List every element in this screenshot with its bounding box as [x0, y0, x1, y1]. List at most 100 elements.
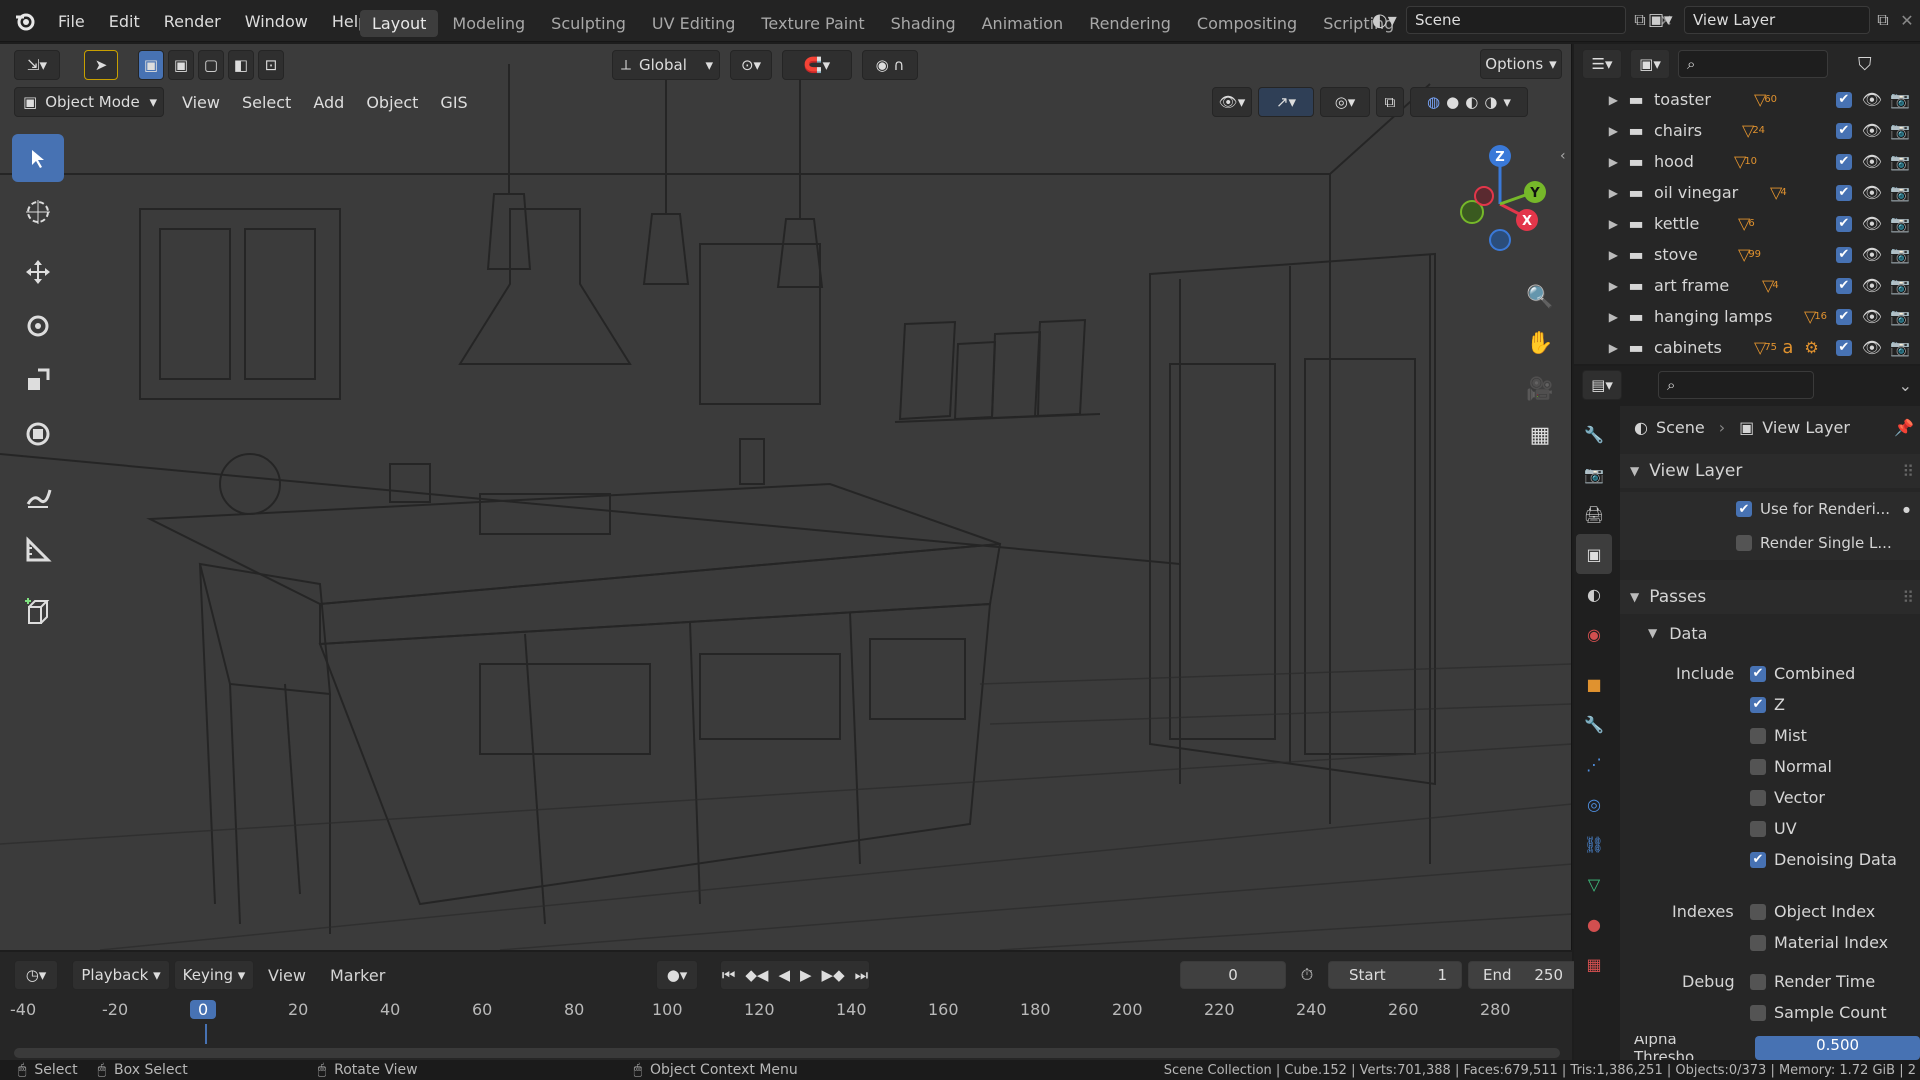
select-invert-icon[interactable]: ◧	[228, 50, 254, 80]
pass-row[interactable]: ✔ Combined	[1620, 658, 1920, 689]
render-single-layer-checkbox[interactable]	[1736, 535, 1752, 551]
eye-icon[interactable]: 👁	[1862, 214, 1882, 233]
pass-row[interactable]: UV	[1620, 813, 1920, 844]
add-cube-icon[interactable]	[12, 588, 64, 636]
chevron-down-icon[interactable]: ▾	[1503, 93, 1511, 111]
panel-view-layer-header[interactable]: ▼ View Layer ⠿	[1620, 454, 1920, 488]
current-frame-field[interactable]: 0	[1180, 961, 1286, 989]
snapping-icon[interactable]: 🧲▾	[782, 50, 852, 80]
menu-object[interactable]: Object	[366, 93, 418, 112]
tool-tab-icon[interactable]: 🔧	[1576, 414, 1612, 454]
pass-checkbox[interactable]: ✔	[1750, 665, 1766, 682]
sidebar-toggle-icon[interactable]: ‹	[1560, 148, 1566, 164]
eye-icon[interactable]: 👁	[1862, 245, 1882, 264]
camera-icon[interactable]: 📷	[1890, 214, 1910, 233]
move-icon[interactable]	[12, 248, 64, 296]
scene-field[interactable]: Scene	[1406, 6, 1626, 34]
menu-render[interactable]: Render	[152, 12, 233, 31]
rendered-shading-icon[interactable]: ◑	[1484, 93, 1497, 111]
eye-icon[interactable]: 👁	[1862, 276, 1882, 295]
tab-animation[interactable]: Animation	[970, 10, 1076, 37]
subpanel-data-header[interactable]: ▼ Data	[1620, 616, 1920, 650]
menu-window[interactable]: Window	[233, 12, 320, 31]
outliner-search-input[interactable]: ⌕	[1678, 50, 1828, 78]
orientation-dropdown[interactable]: ⟂ Global ▾	[612, 50, 720, 80]
cursor-icon[interactable]	[12, 188, 64, 236]
transform-pivot-icon[interactable]: ⇲▾	[14, 50, 60, 80]
keying-dropdown[interactable]: Keying ▾	[174, 960, 254, 990]
render-single-layer-row[interactable]: Render Single L...	[1620, 526, 1920, 560]
mode-dropdown[interactable]: ▣ Object Mode ▾	[14, 87, 164, 117]
outliner-row[interactable]: ▶ ▬ hanging lamps ▽ 16 ✔ 👁 📷	[1574, 301, 1920, 332]
modifier-tab-icon[interactable]: 🔧	[1576, 704, 1612, 744]
constraints-tab-icon[interactable]: ⛓	[1576, 824, 1612, 864]
pass-row[interactable]: Material Index	[1620, 927, 1920, 958]
pass-row[interactable]: Normal	[1620, 751, 1920, 782]
world-tab-icon[interactable]: ◉	[1576, 614, 1612, 654]
pass-checkbox[interactable]	[1750, 727, 1766, 744]
eye-icon[interactable]: 👁	[1862, 90, 1882, 109]
tab-uv-editing[interactable]: UV Editing	[640, 10, 747, 37]
camera-view-icon[interactable]: 🎥	[1520, 366, 1560, 412]
particles-tab-icon[interactable]: ⋰	[1576, 744, 1612, 784]
data-tab-icon[interactable]: ▽	[1576, 864, 1612, 904]
select-extend-icon[interactable]: ▣	[168, 50, 194, 80]
view-layer-tab-icon[interactable]: ▣	[1576, 534, 1612, 574]
menu-file[interactable]: File	[46, 12, 97, 31]
outliner-row[interactable]: ▶ ▬ cabinets ▽ 75 a ⚙ ✔ 👁 📷	[1574, 332, 1920, 363]
object-tab-icon[interactable]: ■	[1576, 664, 1612, 704]
render-tab-icon[interactable]: 📷	[1576, 454, 1612, 494]
view-layer-field[interactable]: View Layer	[1684, 6, 1870, 34]
pivot-point-icon[interactable]: ⊙▾	[730, 50, 772, 80]
editor-type-icon[interactable]: ◷▾	[14, 960, 58, 990]
filter-icon[interactable]: ⛉	[1858, 54, 1872, 75]
menu-view[interactable]: View	[268, 966, 306, 985]
tab-sculpting[interactable]: Sculpting	[539, 10, 638, 37]
expand-arrow-icon[interactable]: ▶	[1574, 93, 1618, 107]
scene-icon[interactable]: ◐▾	[1372, 10, 1406, 31]
measure-icon[interactable]	[12, 526, 64, 574]
outliner-row[interactable]: ▶ ▬ toaster ▽ 60 ✔ 👁 📷	[1574, 84, 1920, 115]
pin-icon[interactable]: 📌	[1894, 418, 1914, 437]
pass-row[interactable]: Vector	[1620, 782, 1920, 813]
frame-ruler[interactable]: -40 -20 0 20 40 60 80 100 120 140 160 18…	[0, 1000, 1572, 1046]
exclude-checkbox[interactable]: ✔	[1835, 153, 1852, 170]
tab-texture-paint[interactable]: Texture Paint	[749, 10, 876, 37]
pass-checkbox[interactable]	[1750, 903, 1766, 920]
exclude-checkbox[interactable]: ✔	[1835, 122, 1852, 139]
eye-icon[interactable]: 👁	[1862, 152, 1882, 171]
pass-checkbox[interactable]	[1750, 973, 1766, 990]
menu-marker[interactable]: Marker	[330, 966, 385, 985]
exclude-checkbox[interactable]: ✔	[1835, 91, 1852, 108]
alpha-threshold-slider[interactable]: 0.500	[1755, 1036, 1920, 1060]
physics-tab-icon[interactable]: ◎	[1576, 784, 1612, 824]
select-tool-icon[interactable]: ➤	[84, 50, 118, 80]
play-reverse-icon[interactable]: ◀	[778, 966, 790, 984]
eye-icon[interactable]: 👁	[1862, 121, 1882, 140]
pass-checkbox[interactable]	[1750, 820, 1766, 837]
zoom-icon[interactable]: 🔍	[1520, 274, 1560, 320]
drag-handle-icon[interactable]: ⠿	[1902, 462, 1914, 481]
eye-icon[interactable]: 👁	[1862, 307, 1882, 326]
exclude-checkbox[interactable]: ✔	[1835, 277, 1852, 294]
tab-shading[interactable]: Shading	[879, 10, 968, 37]
gizmo-toggle-icon[interactable]: ↗▾	[1258, 87, 1314, 117]
delete-view-layer-icon[interactable]: ✕	[1896, 11, 1918, 30]
options-dropdown[interactable]: Options ▾	[1480, 49, 1562, 79]
pass-checkbox[interactable]	[1750, 758, 1766, 775]
output-tab-icon[interactable]: 🖨	[1576, 494, 1612, 534]
start-frame-field[interactable]: Start 1	[1328, 961, 1462, 989]
prev-keyframe-icon[interactable]: ◆◀	[745, 966, 768, 984]
chevron-down-icon[interactable]: ⌄	[1899, 376, 1912, 395]
pass-checkbox[interactable]	[1750, 934, 1766, 951]
navigation-gizmo[interactable]: Z X Y	[1440, 134, 1560, 254]
3d-viewport[interactable]: ⇲▾ ➤ ▣ ▣ ▢ ◧ ⊡ ⟂ Global ▾ ⊙▾ 🧲▾ ◉ ∩ Opti…	[0, 44, 1572, 950]
select-intersect-icon[interactable]: ⊡	[258, 50, 284, 80]
outliner-row[interactable]: ▶ ▬ chairs ▽ 24 ✔ 👁 📷	[1574, 115, 1920, 146]
next-keyframe-icon[interactable]: ▶◆	[822, 966, 845, 984]
view-layer-icon[interactable]: ▣▾	[1648, 10, 1684, 30]
menu-gis[interactable]: GIS	[440, 93, 467, 112]
menu-view[interactable]: View	[182, 93, 220, 112]
properties-search-input[interactable]: ⌕	[1658, 371, 1814, 399]
end-frame-field[interactable]: End 250	[1468, 961, 1578, 989]
